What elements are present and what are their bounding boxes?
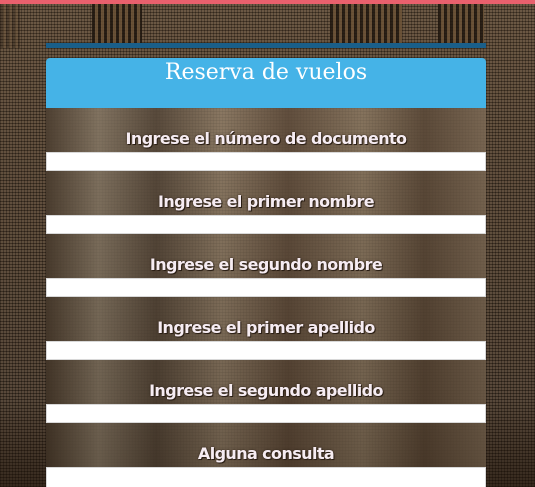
- field-first-name: Ingrese el primer nombre: [46, 171, 486, 234]
- form-title: Reserva de vuelos: [164, 60, 368, 85]
- first-surname-input[interactable]: [46, 341, 486, 360]
- background-band: [92, 4, 142, 48]
- field-label: Ingrese el número de documento: [125, 129, 408, 148]
- field-label: Ingrese el segundo apellido: [149, 381, 383, 400]
- field-label: Ingrese el segundo nombre: [149, 255, 383, 274]
- field-second-surname: Ingrese el segundo apellido: [46, 360, 486, 423]
- form-header: Reserva de vuelos: [46, 58, 486, 108]
- background-band: [330, 4, 402, 48]
- field-label: Ingrese el primer nombre: [157, 192, 375, 211]
- field-second-name: Ingrese el segundo nombre: [46, 234, 486, 297]
- flight-booking-form: Reserva de vuelos Ingrese el número de d…: [46, 58, 486, 487]
- second-name-input[interactable]: [46, 278, 486, 297]
- field-first-surname: Ingrese el primer apellido: [46, 297, 486, 360]
- field-inquiry: Alguna consulta: [46, 423, 486, 487]
- inquiry-input[interactable]: [46, 467, 486, 487]
- background-band: [0, 4, 20, 48]
- background-band: [438, 4, 484, 48]
- first-name-input[interactable]: [46, 215, 486, 234]
- second-surname-input[interactable]: [46, 404, 486, 423]
- document-number-input[interactable]: [46, 152, 486, 171]
- header-divider-line: [46, 43, 486, 48]
- field-document-number: Ingrese el número de documento: [46, 108, 486, 171]
- field-label: Alguna consulta: [197, 444, 335, 463]
- field-label: Ingrese el primer apellido: [157, 318, 375, 337]
